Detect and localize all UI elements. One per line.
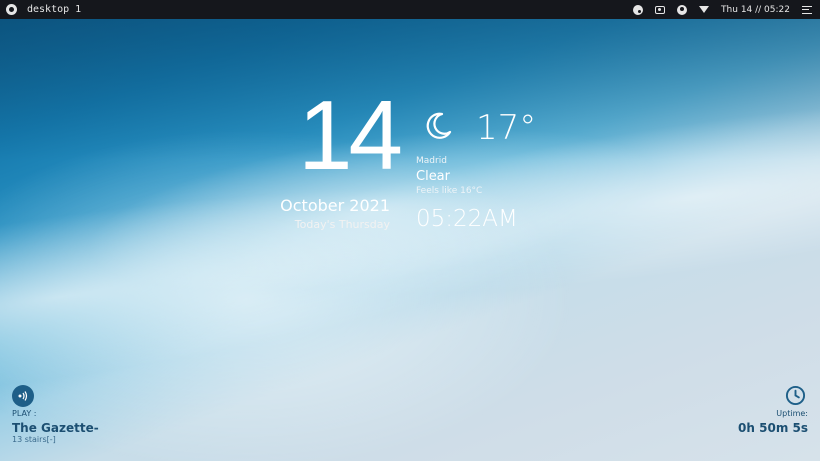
speaker-icon[interactable] bbox=[12, 385, 34, 407]
date-weekday: Today's Thursday bbox=[294, 218, 390, 231]
palette-icon[interactable] bbox=[633, 4, 644, 15]
camera-icon[interactable] bbox=[655, 5, 666, 14]
music-play-label: PLAY : bbox=[12, 409, 37, 418]
weather-condition: Clear bbox=[416, 169, 450, 184]
music-song-title: The Gazette- bbox=[12, 421, 99, 435]
uptime-value: 0h 50m 5s bbox=[738, 421, 808, 435]
top-bar-clock: Thu 14 // 05:22 bbox=[721, 4, 790, 15]
workspace-label[interactable]: desktop 1 bbox=[27, 4, 81, 15]
weather-feels-like: Feels like 16°C bbox=[416, 186, 483, 196]
date-day-number: 14 bbox=[298, 80, 403, 190]
weather-time: 05:22AM bbox=[416, 206, 518, 232]
user-icon[interactable] bbox=[677, 4, 688, 15]
wallpaper-ocean-shade bbox=[0, 0, 820, 160]
uptime-label: Uptime: bbox=[776, 409, 808, 418]
moon-icon bbox=[426, 112, 452, 139]
date-month-year: October 2021 bbox=[280, 196, 390, 215]
top-bar: desktop 1 Thu 14 // 05:22 bbox=[0, 0, 820, 19]
top-bar-tray: Thu 14 // 05:22 bbox=[633, 4, 812, 15]
music-song-artist: 13 stairs[-] bbox=[12, 435, 56, 444]
distro-logo-icon[interactable] bbox=[6, 4, 17, 15]
wallpaper-foam bbox=[0, 57, 820, 393]
weather-temperature: 17° bbox=[476, 108, 537, 148]
weather-city: Madrid bbox=[416, 156, 447, 166]
clock-icon bbox=[785, 385, 806, 406]
wifi-icon[interactable] bbox=[699, 6, 710, 13]
menu-icon[interactable] bbox=[802, 5, 812, 14]
